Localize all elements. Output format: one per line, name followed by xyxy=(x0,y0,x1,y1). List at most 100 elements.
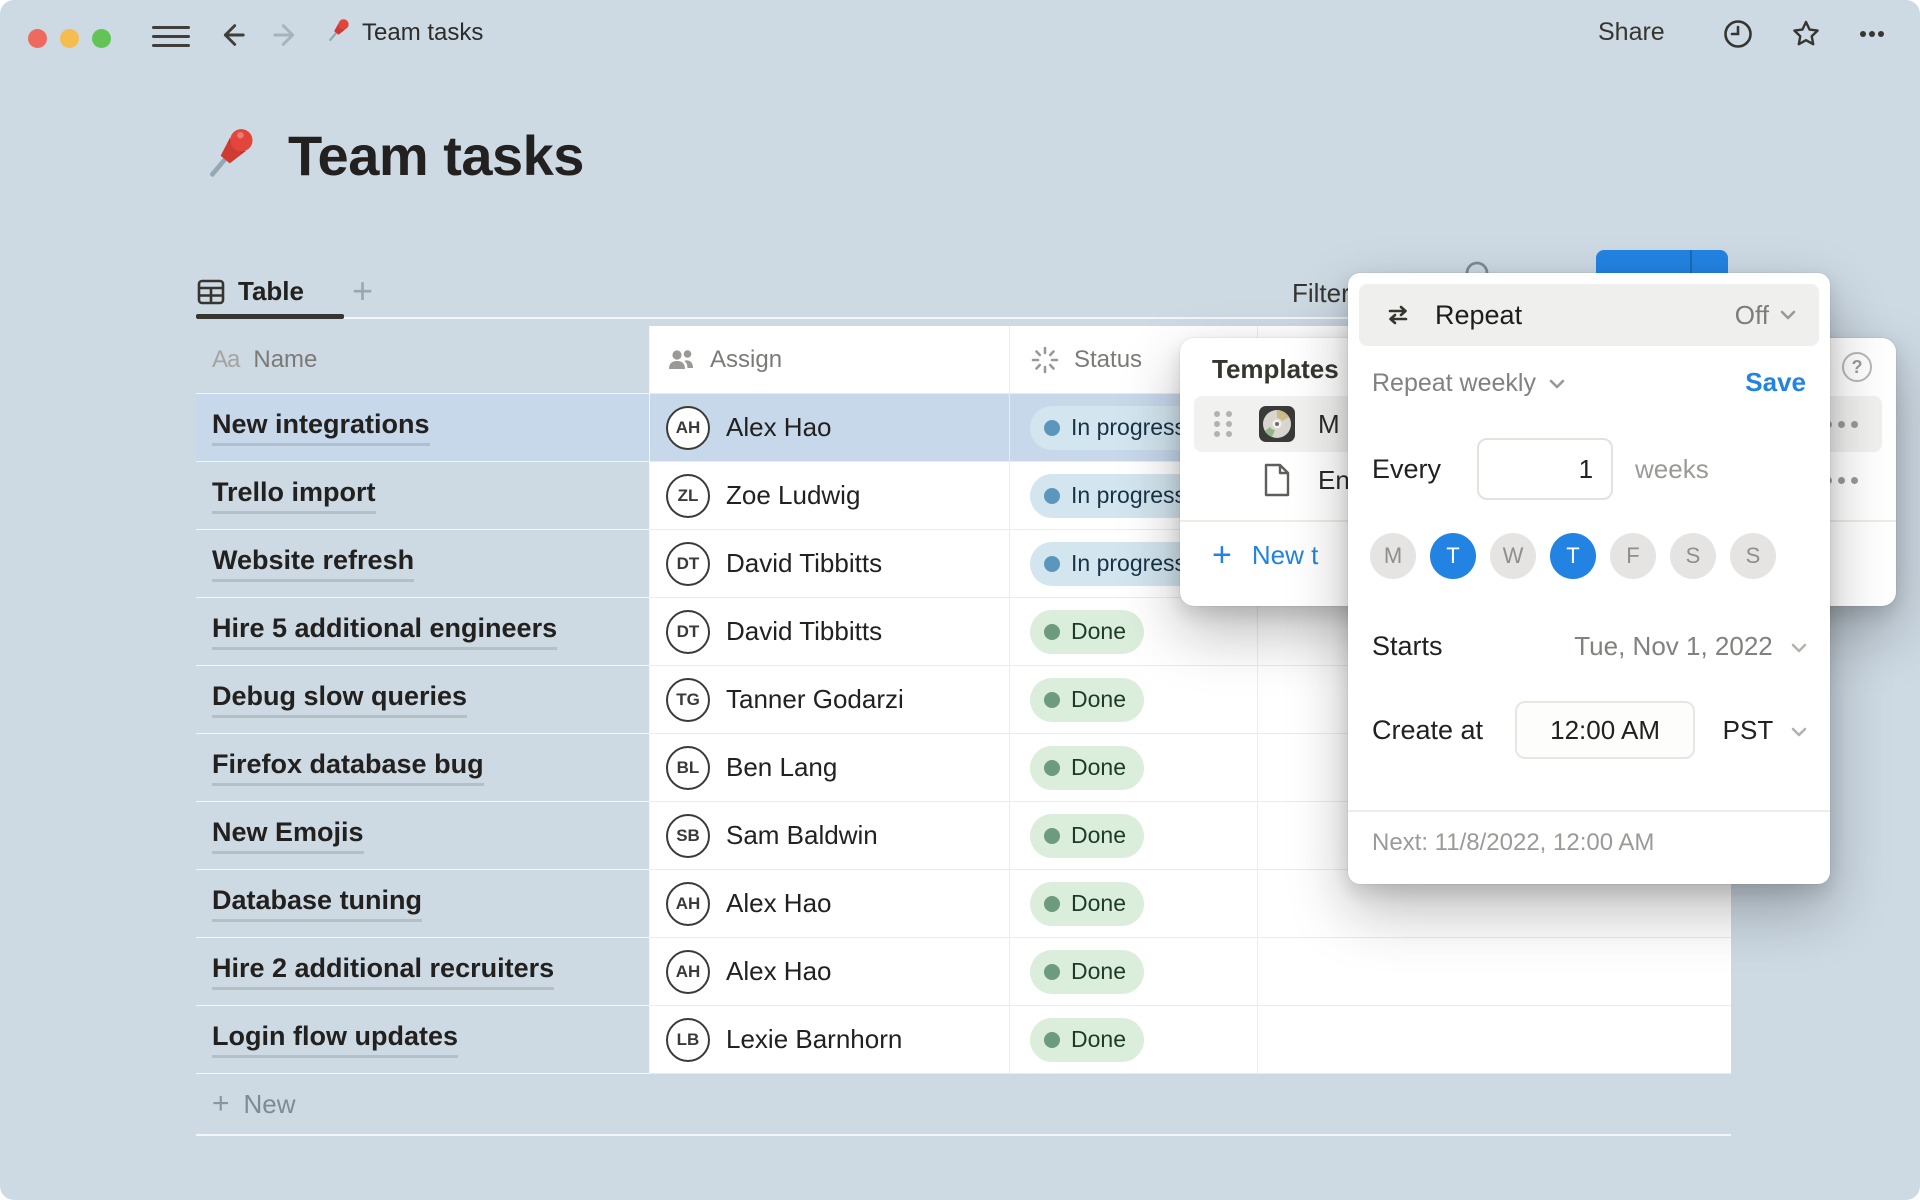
share-button[interactable]: Share xyxy=(1598,18,1665,47)
assignee-name: David Tibbitts xyxy=(726,616,882,647)
drag-handle-icon[interactable] xyxy=(1214,411,1232,437)
status-dot-icon xyxy=(1044,964,1060,980)
task-name: Hire 5 additional engineers xyxy=(212,613,557,649)
template-label: En xyxy=(1318,465,1350,496)
status-badge[interactable]: Done xyxy=(1030,610,1144,654)
assignee-name: Sam Baldwin xyxy=(726,820,878,851)
empty-cell[interactable] xyxy=(1257,1006,1731,1074)
back-arrow-icon[interactable] xyxy=(216,18,250,52)
table-row: Login flow updatesLBLexie Barnhorn Done xyxy=(196,1006,1731,1074)
status-cell[interactable]: Done xyxy=(1009,802,1257,870)
status-badge[interactable]: In progress xyxy=(1030,406,1204,450)
assignee-name: Alex Hao xyxy=(726,412,832,443)
assignee-cell[interactable]: LBLexie Barnhorn xyxy=(650,1006,1009,1074)
assignee-cell[interactable]: SBSam Baldwin xyxy=(650,802,1009,870)
status-badge[interactable]: In progress xyxy=(1030,542,1204,586)
assignee-cell[interactable]: AHAlex Hao xyxy=(650,394,1009,462)
status-cell[interactable]: Done xyxy=(1009,938,1257,1006)
task-name-cell[interactable]: Hire 5 additional engineers xyxy=(196,598,650,666)
weekday-toggle[interactable]: W xyxy=(1490,533,1536,579)
repeat-menu-item[interactable]: Repeat Off xyxy=(1359,284,1819,346)
status-badge[interactable]: Done xyxy=(1030,678,1144,722)
new-row-button[interactable]: + New xyxy=(196,1074,1731,1136)
repeat-panel-divider xyxy=(1348,810,1830,812)
status-badge[interactable]: Done xyxy=(1030,1018,1144,1062)
timezone-dropdown[interactable]: PST xyxy=(1723,715,1810,746)
column-header-assign[interactable]: Assign xyxy=(650,326,1009,394)
frequency-selector[interactable]: Repeat weekly xyxy=(1372,369,1568,398)
add-view-button[interactable]: + xyxy=(352,270,373,312)
task-name-cell[interactable]: Hire 2 additional recruiters xyxy=(196,938,650,1006)
close-window-button[interactable] xyxy=(28,29,47,48)
avatar: ZL xyxy=(666,474,710,518)
assignee-cell[interactable]: DTDavid Tibbitts xyxy=(650,530,1009,598)
weekday-toggle[interactable]: F xyxy=(1610,533,1656,579)
cd-icon xyxy=(1258,405,1296,443)
tab-table-label: Table xyxy=(238,276,304,307)
interval-unit-label: weeks xyxy=(1635,454,1709,485)
status-badge[interactable]: In progress xyxy=(1030,474,1204,518)
status-cell[interactable]: Done xyxy=(1009,870,1257,938)
task-name-cell[interactable]: New Emojis xyxy=(196,802,650,870)
active-tab-indicator xyxy=(196,314,344,319)
column-header-name[interactable]: Aa Name xyxy=(196,326,650,394)
ellipsis-icon[interactable] xyxy=(1856,18,1888,50)
status-dot-icon xyxy=(1044,488,1060,504)
start-date-dropdown[interactable]: Tue, Nov 1, 2022 xyxy=(1574,631,1810,662)
zoom-window-button[interactable] xyxy=(92,29,111,48)
weekday-toggle[interactable]: S xyxy=(1730,533,1776,579)
assignee-name: Alex Hao xyxy=(726,956,832,987)
task-name-cell[interactable]: Debug slow queries xyxy=(196,666,650,734)
clock-icon[interactable] xyxy=(1722,18,1754,50)
status-badge[interactable]: Done xyxy=(1030,882,1144,926)
avatar: AH xyxy=(666,882,710,926)
notion-window: Team tasks Share Team tasks xyxy=(0,0,1920,1200)
page-icon xyxy=(1258,461,1296,499)
status-cell[interactable]: Done xyxy=(1009,734,1257,802)
task-name: New Emojis xyxy=(212,817,364,853)
new-template-button[interactable]: + New t xyxy=(1212,538,1318,572)
task-name: Debug slow queries xyxy=(212,681,467,717)
repeat-menu-label: Repeat xyxy=(1435,300,1522,331)
task-name-cell[interactable]: Website refresh xyxy=(196,530,650,598)
empty-cell[interactable] xyxy=(1257,938,1731,1006)
forward-arrow-icon[interactable] xyxy=(268,18,302,52)
assignee-cell[interactable]: TGTanner Godarzi xyxy=(650,666,1009,734)
save-button[interactable]: Save xyxy=(1745,367,1806,398)
task-name-cell[interactable]: Database tuning xyxy=(196,870,650,938)
weekday-toggle[interactable]: T xyxy=(1550,533,1596,579)
weekday-toggle[interactable]: T xyxy=(1430,533,1476,579)
task-name-cell[interactable]: New integrations xyxy=(196,394,650,462)
task-name-cell[interactable]: Trello import xyxy=(196,462,650,530)
weekday-toggle[interactable]: M xyxy=(1370,533,1416,579)
status-cell[interactable]: Done xyxy=(1009,598,1257,666)
status-badge[interactable]: Done xyxy=(1030,950,1144,994)
assignee-cell[interactable]: BLBen Lang xyxy=(650,734,1009,802)
page-pushpin-icon xyxy=(196,122,262,188)
filter-button[interactable]: Filter xyxy=(1292,278,1350,309)
assignee-cell[interactable]: AHAlex Hao xyxy=(650,938,1009,1006)
tab-table-view[interactable]: Table xyxy=(196,276,304,307)
assignee-cell[interactable]: AHAlex Hao xyxy=(650,870,1009,938)
help-icon[interactable]: ? xyxy=(1842,352,1872,382)
assignee-cell[interactable]: DTDavid Tibbitts xyxy=(650,598,1009,666)
interval-input[interactable] xyxy=(1477,438,1613,500)
status-cell[interactable]: Done xyxy=(1009,1006,1257,1074)
avatar: TG xyxy=(666,678,710,722)
minimize-window-button[interactable] xyxy=(60,29,79,48)
avatar: LB xyxy=(666,1018,710,1062)
status-badge[interactable]: Done xyxy=(1030,814,1144,858)
create-time-input[interactable] xyxy=(1515,701,1695,759)
task-name: New integrations xyxy=(212,409,430,445)
chevron-down-icon xyxy=(1777,304,1799,326)
weekday-toggle[interactable]: S xyxy=(1670,533,1716,579)
status-cell[interactable]: Done xyxy=(1009,666,1257,734)
status-badge[interactable]: Done xyxy=(1030,746,1144,790)
star-icon[interactable] xyxy=(1790,18,1822,50)
task-name-cell[interactable]: Login flow updates xyxy=(196,1006,650,1074)
chevron-down-icon xyxy=(1788,637,1810,659)
assignee-cell[interactable]: ZLZoe Ludwig xyxy=(650,462,1009,530)
task-name-cell[interactable]: Firefox database bug xyxy=(196,734,650,802)
plus-icon: + xyxy=(212,1087,230,1121)
sidebar-menu-icon[interactable] xyxy=(152,26,190,48)
